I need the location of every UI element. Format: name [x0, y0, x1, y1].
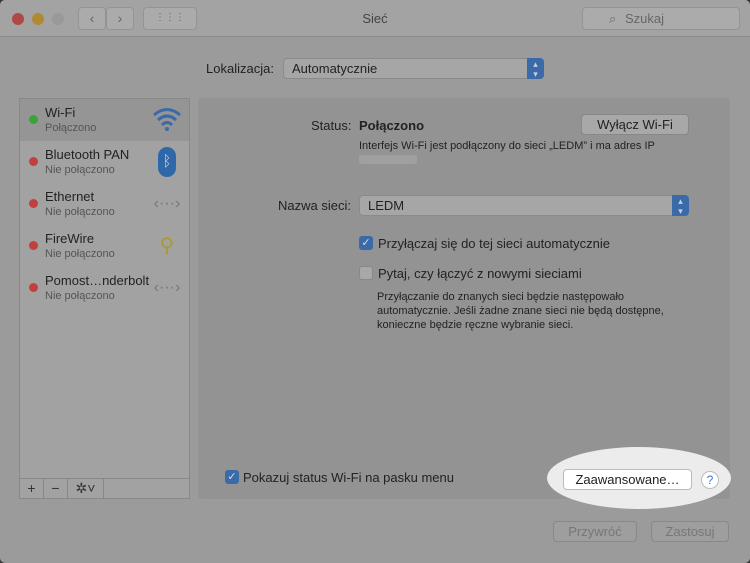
status-value: Połączono: [359, 118, 425, 133]
service-status: Nie połączono: [45, 206, 115, 218]
advanced-button[interactable]: Zaawansowane…: [563, 469, 692, 490]
status-dot: [29, 283, 38, 292]
service-list: Wi-Fi Połączono Bluetooth PAN Nie połącz…: [19, 98, 190, 499]
location-value: Automatycznie: [292, 61, 378, 76]
auto-join-checkbox[interactable]: ✓: [359, 236, 373, 250]
service-name: Ethernet: [45, 189, 95, 204]
ip-address-redacted: [359, 155, 417, 164]
location-select[interactable]: Automatycznie ▴ ▾: [283, 58, 544, 79]
service-ethernet[interactable]: Ethernet Nie połączono ‹···›: [20, 183, 189, 225]
firewire-icon: ⚲: [159, 235, 175, 257]
ask-join-label: Pytaj, czy łączyć z nowymi sieciami: [378, 266, 582, 281]
service-status: Nie połączono: [45, 290, 115, 302]
show-wifi-status-checkbox[interactable]: ✓: [225, 470, 239, 484]
remove-service-button[interactable]: −: [44, 479, 68, 498]
wifi-icon: [151, 105, 183, 135]
service-bluetooth-pan[interactable]: Bluetooth PAN Nie połączono ᛒ: [20, 141, 189, 183]
ask-join-desc-2: automatycznie. Jeśli żadne znane sieci n…: [377, 305, 664, 317]
apply-button[interactable]: Zastosuj: [651, 521, 729, 542]
search-input[interactable]: ⌕ Szukaj: [582, 7, 740, 30]
title-bar: ‹ › ⋮⋮⋮ Sieć ⌕ Szukaj: [0, 0, 750, 37]
chevron-updown-icon: ▴ ▾: [527, 58, 544, 79]
ask-join-desc-1: Przyłączanie do znanych sieci będzie nas…: [377, 291, 625, 303]
bluetooth-icon: ᛒ: [151, 147, 183, 177]
bridge-icon: ‹···›: [153, 279, 181, 296]
network-name-label: Nazwa sieci:: [278, 198, 351, 213]
ethernet-icon: ‹···›: [153, 195, 181, 212]
network-preferences-window: ‹ › ⋮⋮⋮ Sieć ⌕ Szukaj Lokalizacja: Automa…: [0, 0, 750, 563]
status-dot: [29, 115, 38, 124]
location-label: Lokalizacja:: [206, 61, 274, 76]
service-wifi[interactable]: Wi-Fi Połączono: [20, 99, 189, 141]
service-name: Bluetooth PAN: [45, 147, 130, 162]
status-dot: [29, 199, 38, 208]
search-icon: ⌕: [609, 11, 617, 26]
search-placeholder: Szukaj: [625, 11, 665, 26]
network-name-value: LEDM: [368, 198, 405, 213]
status-dot: [29, 241, 38, 250]
show-wifi-status-label: Pokazuj status Wi-Fi na pasku menu: [243, 470, 454, 485]
add-service-button[interactable]: +: [20, 479, 44, 498]
help-button[interactable]: ?: [701, 471, 719, 489]
service-name: FireWire: [45, 231, 95, 246]
auto-join-label: Przyłączaj się do tej sieci automatyczni…: [378, 236, 610, 251]
service-status: Nie połączono: [45, 248, 115, 260]
ask-join-desc-3: konieczne będzie ręczne wybranie sieci.: [377, 319, 574, 331]
network-name-select[interactable]: LEDM ▴ ▾: [359, 195, 689, 216]
service-status: Połączono: [45, 122, 97, 134]
service-name: Wi-Fi: [45, 105, 76, 120]
service-name: Pomost…nderbolt: [45, 273, 150, 288]
revert-button[interactable]: Przywróć: [553, 521, 637, 542]
service-status: Nie połączono: [45, 164, 115, 176]
status-description: Interfejs Wi-Fi jest podłączony do sieci…: [359, 140, 655, 152]
chevron-updown-icon: ▴ ▾: [672, 195, 689, 216]
status-label: Status:: [311, 118, 352, 133]
turn-off-wifi-button[interactable]: Wyłącz Wi-Fi: [581, 114, 689, 135]
service-list-toolbar: + − ✲˅: [20, 478, 189, 498]
ask-join-checkbox[interactable]: [359, 266, 373, 280]
service-firewire[interactable]: FireWire Nie połączono ⚲: [20, 225, 189, 267]
service-thunderbolt-bridge[interactable]: Pomost…nderbolt Nie połączono ‹···›: [20, 267, 189, 309]
gear-icon[interactable]: ✲˅: [68, 479, 104, 498]
status-dot: [29, 157, 38, 166]
